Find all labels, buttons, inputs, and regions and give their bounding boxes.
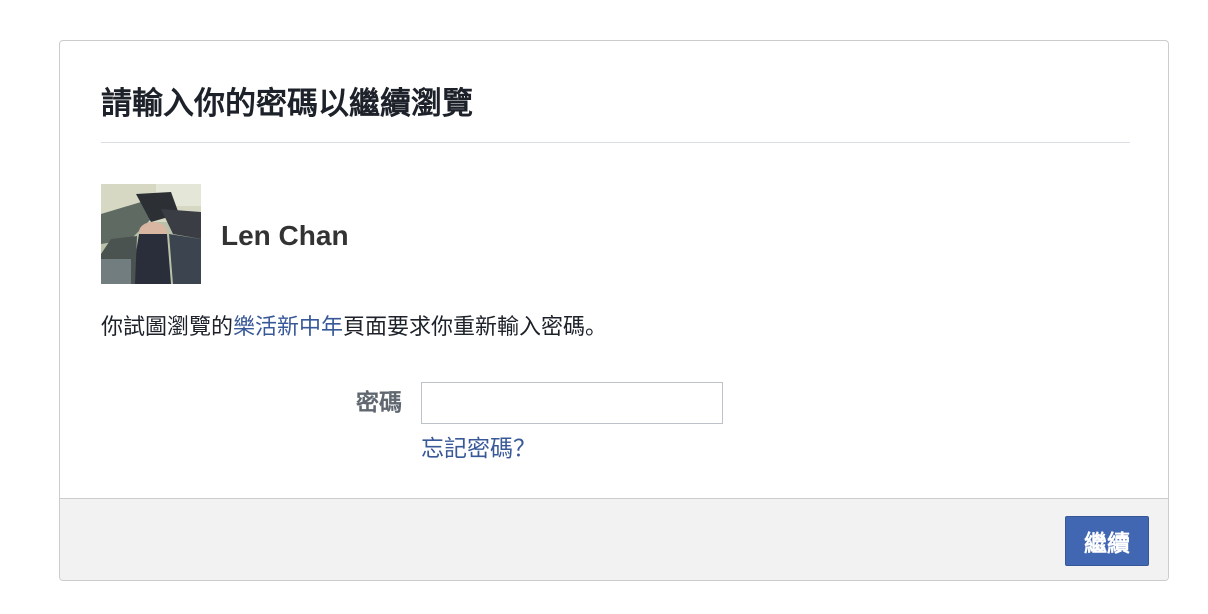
profile-photo-image <box>101 184 201 284</box>
dialog-footer: 繼續 <box>60 498 1168 580</box>
password-input[interactable] <box>421 382 723 424</box>
forgot-password-link[interactable]: 忘記密碼？ <box>421 432 536 466</box>
reauth-dialog: 請輸入你的密碼以繼續瀏覽 Len Chan 你試圖瀏覽的樂活新中年頁面要求你重新… <box>59 40 1169 581</box>
continue-button[interactable]: 繼續 <box>1065 516 1149 566</box>
reauth-message: 你試圖瀏覽的樂活新中年頁面要求你重新輸入密碼。 <box>101 311 607 345</box>
title-divider <box>101 142 1130 143</box>
page-link[interactable]: 樂活新中年 <box>233 315 343 340</box>
avatar <box>101 184 201 284</box>
password-label: 密碼 <box>356 390 402 416</box>
dialog-title: 請輸入你的密碼以繼續瀏覽 <box>101 86 473 122</box>
message-prefix: 你試圖瀏覽的 <box>101 315 234 340</box>
user-name: Len Chan <box>221 220 349 251</box>
message-suffix: 頁面要求你重新輸入密碼。 <box>343 315 608 340</box>
